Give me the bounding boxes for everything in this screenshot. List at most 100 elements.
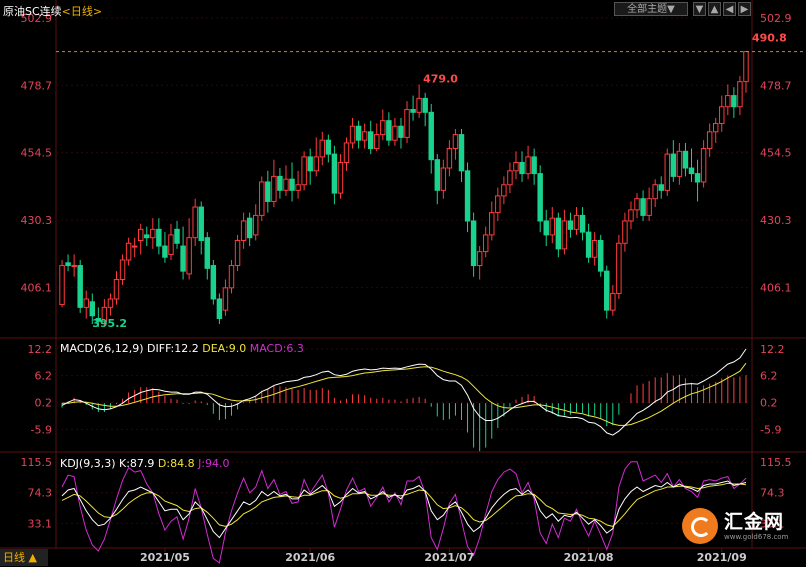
- candle-body-100: [664, 153, 671, 191]
- kdj-legend-label: KDJ(9,3,3): [60, 457, 116, 470]
- candle-body-95: [634, 198, 640, 211]
- candle-body-48: [349, 125, 356, 144]
- left-arrow-icon: ◀: [725, 4, 734, 15]
- candle-body-98: [652, 184, 658, 200]
- candle-body-30: [240, 220, 247, 241]
- candle-body-49: [355, 125, 362, 141]
- logo-name: 汇金网: [724, 510, 785, 533]
- price-axis-right-label-3: 430.3: [760, 214, 792, 227]
- candle-body-69: [476, 251, 483, 267]
- candle-body-56: [398, 125, 404, 138]
- scroll-right-button[interactable]: ▶: [738, 2, 751, 16]
- candle-body-41: [307, 156, 313, 172]
- candle-body-51: [367, 131, 374, 150]
- candle-body-44: [325, 139, 332, 155]
- candle-body-20: [180, 245, 186, 272]
- chart-title-bar: 原油SC连续<日线>: [3, 3, 102, 19]
- kdj-axis-left-label-0: 115.5: [21, 456, 53, 469]
- period-tag[interactable]: <日线>: [62, 5, 102, 18]
- candle-body-36: [277, 175, 283, 191]
- candle-body-88: [591, 239, 598, 258]
- kdj-j-value: J:94.0: [198, 457, 230, 470]
- candle-body-11: [125, 242, 132, 261]
- candle-body-103: [682, 150, 689, 169]
- candle-body-110: [725, 95, 731, 108]
- candle-body-0: [59, 265, 65, 306]
- macd-hist-value: MACD:6.3: [249, 342, 304, 355]
- candle-body-45: [331, 153, 338, 194]
- candle-body-104: [688, 167, 695, 175]
- logo-url: www.gold678.com: [724, 532, 789, 541]
- candle-body-105: [694, 173, 701, 183]
- candle-body-42: [313, 156, 319, 172]
- candle-body-82: [555, 217, 562, 250]
- candle-body-70: [482, 234, 489, 253]
- candle-body-9: [113, 278, 120, 300]
- candle-body-52: [374, 134, 380, 150]
- candle-body-108: [712, 122, 719, 133]
- candle-body-35: [271, 175, 277, 202]
- candle-body-40: [301, 156, 307, 186]
- theme-select-label: 全部主题: [627, 4, 668, 15]
- gold678-logo-icon: [682, 508, 718, 544]
- x-axis-label-2: 2021/07: [424, 551, 474, 564]
- kdj-d-line: [61, 482, 747, 527]
- scroll-down-button[interactable]: ▼: [693, 2, 706, 16]
- candle-body-43: [319, 139, 326, 158]
- scroll-up-button[interactable]: ▲: [708, 2, 721, 16]
- candle-body-84: [567, 220, 574, 230]
- macd-axis-left-label-0: 12.2: [28, 343, 53, 356]
- candle-body-94: [628, 209, 634, 222]
- chevron-down-icon: ▼: [667, 4, 675, 15]
- candle-body-46: [337, 161, 344, 194]
- price-axis-right-label-2: 454.5: [760, 147, 792, 160]
- price-axis-left-label-3: 430.3: [21, 214, 53, 227]
- candle-body-4: [83, 298, 89, 308]
- up-arrow-icon: ▲: [710, 4, 719, 15]
- kdj-k-value: K:87.9: [119, 457, 155, 470]
- candle-body-74: [507, 170, 513, 186]
- candle-body-57: [404, 109, 410, 138]
- chart-stage: 502.9 502.9478.7 478.7454.5 454.5430.3 430.3…: [0, 0, 806, 564]
- candle-body-59: [416, 97, 422, 113]
- candle-body-62: [434, 159, 441, 191]
- candle-body-87: [585, 231, 592, 258]
- candle-body-93: [622, 220, 628, 244]
- candle-body-37: [283, 178, 289, 191]
- candle-body-17: [162, 245, 168, 258]
- candle-body-32: [252, 214, 259, 236]
- macd-axis-right-label-0: 12.2: [760, 343, 785, 356]
- candle-body-101: [670, 153, 677, 177]
- macd-legend: MACD(26,12,9) DIFF:12.2 DEA:9.0 MACD:6.3: [60, 342, 304, 355]
- high-annotation-2: 490.8: [752, 32, 787, 45]
- macd-diff-value: DIFF:12.2: [147, 342, 199, 355]
- x-axis-label-4: 2021/09: [697, 551, 747, 564]
- candle-body-61: [428, 111, 434, 161]
- candle-body-73: [501, 184, 507, 197]
- candle-body-14: [144, 234, 150, 239]
- price-axis-left-label-2: 454.5: [21, 147, 53, 160]
- candle-body-34: [265, 181, 271, 202]
- theme-select-button[interactable]: 全部主题▼: [614, 2, 688, 16]
- candle-body-3: [77, 265, 83, 308]
- down-arrow-icon: ▼: [695, 4, 704, 15]
- candle-body-80: [543, 220, 549, 236]
- candle-body-23: [198, 206, 204, 241]
- kdj-axis-left-label-1: 74.3: [28, 487, 53, 500]
- candle-body-24: [204, 237, 211, 269]
- candle-body-109: [719, 106, 725, 124]
- candle-body-86: [579, 214, 586, 233]
- candle-body-1: [65, 262, 71, 267]
- candle-body-90: [604, 270, 610, 311]
- candle-body-5: [89, 301, 96, 317]
- kdj-axis-left-label-2: 33.1: [28, 517, 53, 530]
- candle-body-75: [513, 161, 519, 172]
- candle-body-64: [446, 148, 453, 169]
- period-select-button[interactable]: 日线 ▲: [0, 549, 48, 566]
- candle-body-89: [597, 239, 604, 272]
- scroll-left-button[interactable]: ◀: [723, 2, 736, 16]
- right-arrow-icon: ▶: [740, 4, 749, 15]
- candle-body-60: [422, 97, 428, 113]
- candle-body-25: [210, 265, 217, 300]
- gold678-logo: 汇金网 www.gold678.com: [682, 508, 788, 544]
